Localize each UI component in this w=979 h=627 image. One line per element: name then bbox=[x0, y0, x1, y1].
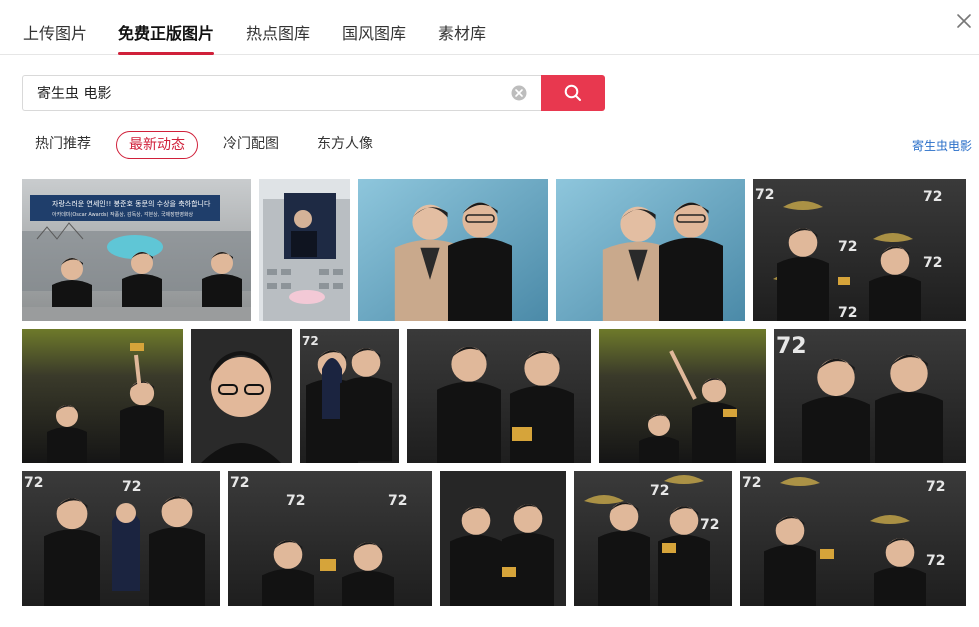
filter-popular[interactable]: 热门推荐 bbox=[35, 131, 91, 159]
festival-number: 72 bbox=[230, 475, 249, 491]
festival-number: 72 bbox=[650, 483, 669, 499]
tab-chinese-style[interactable]: 国风图库 bbox=[342, 22, 406, 55]
image-thumbnail[interactable]: 72 bbox=[774, 329, 966, 463]
festival-number: 72 bbox=[755, 187, 774, 203]
tab-upload[interactable]: 上传图片 bbox=[23, 22, 87, 55]
image-thumbnail[interactable] bbox=[22, 329, 183, 463]
image-thumbnail[interactable] bbox=[358, 179, 548, 321]
filter-latest[interactable]: 最新动态 bbox=[116, 131, 198, 159]
image-thumbnail[interactable] bbox=[599, 329, 766, 463]
festival-number: 72 bbox=[388, 493, 407, 509]
image-thumbnail[interactable] bbox=[556, 179, 745, 321]
festival-number: 72 bbox=[926, 479, 945, 495]
festival-number: 72 bbox=[742, 475, 761, 491]
filter-oriental-portrait[interactable]: 东方人像 bbox=[317, 131, 373, 159]
search-box bbox=[22, 75, 542, 111]
festival-number: 72 bbox=[838, 305, 857, 321]
close-icon[interactable] bbox=[953, 10, 975, 32]
festival-number: 72 bbox=[923, 255, 942, 271]
festival-number: 72 bbox=[122, 479, 141, 495]
banner-text-line2: 아카데미(Oscar Awards) 작품상, 감독상, 각본상, 국제장편영화… bbox=[52, 211, 194, 218]
festival-number: 72 bbox=[700, 517, 719, 533]
image-thumbnail[interactable]: 72 72 bbox=[22, 471, 220, 606]
related-search-link[interactable]: 寄生虫电影 bbox=[912, 137, 972, 154]
image-thumbnail[interactable]: 72 72 72 bbox=[740, 471, 966, 606]
search-button[interactable] bbox=[541, 75, 605, 111]
festival-number: 72 bbox=[923, 189, 942, 205]
filter-niche[interactable]: 冷门配图 bbox=[223, 131, 279, 159]
image-thumbnail[interactable]: 72 72 72 72 72 bbox=[753, 179, 966, 321]
tab-bar: 上传图片 免费正版图片 热点图库 国风图库 素材库 bbox=[0, 0, 979, 55]
search-input[interactable] bbox=[37, 76, 507, 110]
festival-number: 72 bbox=[24, 475, 43, 491]
festival-number: 72 bbox=[286, 493, 305, 509]
image-thumbnail[interactable] bbox=[259, 179, 350, 321]
image-thumbnail[interactable] bbox=[191, 329, 292, 463]
festival-number: 72 bbox=[776, 334, 807, 359]
image-thumbnail[interactable] bbox=[440, 471, 566, 606]
search-icon bbox=[564, 84, 581, 101]
tab-free-images[interactable]: 免费正版图片 bbox=[118, 22, 215, 55]
tab-hot-gallery[interactable]: 热点图库 bbox=[246, 22, 310, 55]
image-thumbnail[interactable] bbox=[407, 329, 591, 463]
tab-materials[interactable]: 素材库 bbox=[438, 22, 486, 55]
image-thumbnail[interactable]: 72 72 72 bbox=[228, 471, 432, 606]
festival-number: 72 bbox=[926, 553, 945, 569]
clear-icon[interactable] bbox=[511, 85, 527, 101]
image-thumbnail[interactable]: 72 72 bbox=[574, 471, 732, 606]
image-thumbnail[interactable]: 72 bbox=[300, 329, 399, 463]
festival-number: 72 bbox=[302, 334, 319, 348]
festival-number: 72 bbox=[838, 239, 857, 255]
image-thumbnail[interactable]: 자랑스러운 연세인!! 봉준호 동문의 수상을 축하합니다 아카데미(Oscar… bbox=[22, 179, 251, 321]
banner-text-line1: 자랑스러운 연세인!! 봉준호 동문의 수상을 축하합니다 bbox=[52, 199, 211, 208]
